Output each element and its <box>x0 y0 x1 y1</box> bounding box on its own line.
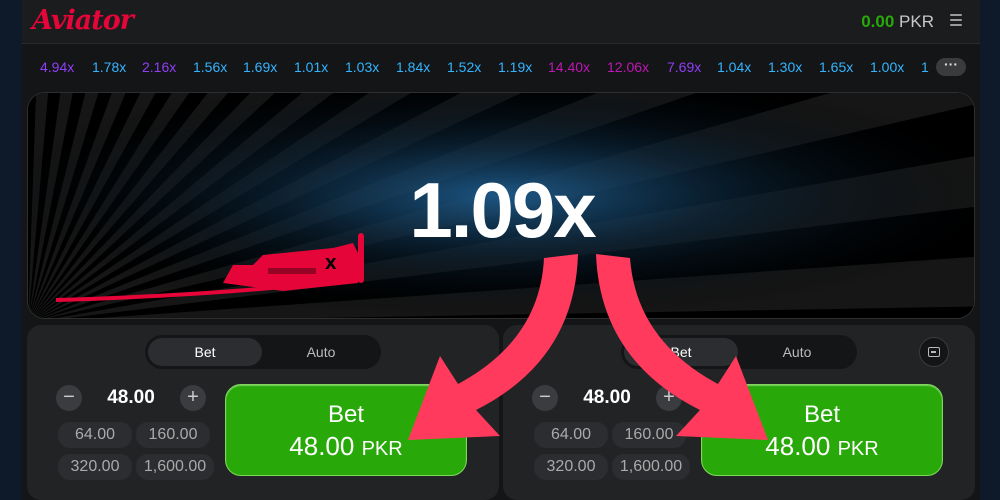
bet-amount-value[interactable]: 48.00 <box>560 387 654 409</box>
history-multiplier: 1.69x <box>243 59 278 75</box>
bet-button-label: Bet <box>327 401 365 428</box>
quick-amount-button[interactable]: 160.00 <box>136 422 210 448</box>
history-multiplier: 1 <box>921 59 929 75</box>
quick-amount-button[interactable]: 320.00 <box>534 454 608 480</box>
quick-amount-button[interactable]: 320.00 <box>58 454 132 480</box>
bet-amount-value[interactable]: 48.00 <box>84 387 178 409</box>
bet-amount-stepper: − 48.00 + <box>530 383 684 413</box>
hamburger-icon[interactable] <box>950 14 962 26</box>
bet-panel-2: Bet Auto − 48.00 + 64.00 160.00 320.00 1… <box>503 325 975 500</box>
multiplier-history: 4.94x 1.78x 2.16x 1.56x 1.69x 1.01x 1.03x 1.84x… <box>22 44 980 90</box>
remove-panel-icon[interactable] <box>919 337 949 367</box>
bet-button-amount: 48.00 <box>765 431 831 461</box>
history-multiplier: 1.65x <box>819 59 854 75</box>
history-multiplier: 12.06x <box>607 59 650 75</box>
history-multiplier: 14.40x <box>548 59 591 75</box>
history-multiplier: 1.19x <box>498 59 533 75</box>
bet-button-currency: PKR <box>361 438 403 460</box>
bet-button[interactable]: Bet 48.00 PKR <box>225 384 467 476</box>
bet-button-label: Bet <box>803 401 841 428</box>
svg-text:X: X <box>325 255 337 273</box>
quick-amount-button[interactable]: 64.00 <box>58 422 132 448</box>
current-multiplier: 1.09x <box>409 166 596 254</box>
tab-bet[interactable]: Bet <box>148 338 262 366</box>
bet-button-amount: 48.00 <box>289 431 355 461</box>
tab-auto[interactable]: Auto <box>740 338 854 366</box>
history-multiplier: 1.04x <box>717 59 752 75</box>
quick-amount-button[interactable]: 160.00 <box>612 422 686 448</box>
quick-amount-button[interactable]: 64.00 <box>534 422 608 448</box>
history-multiplier: 4.94x <box>40 59 75 75</box>
game-stage: X 1.09x <box>27 92 975 319</box>
bet-button-currency: PKR <box>837 438 879 460</box>
aviator-logo: Aviator <box>32 5 134 36</box>
decrease-button[interactable]: − <box>532 385 558 411</box>
history-multiplier: 1.30x <box>768 59 803 75</box>
increase-button[interactable]: + <box>656 385 682 411</box>
balance-currency: PKR <box>899 12 934 31</box>
balance-amount: 0.00 <box>861 12 895 31</box>
bet-button[interactable]: Bet 48.00 PKR <box>701 384 943 476</box>
history-multiplier: 1.00x <box>870 59 905 75</box>
history-multiplier: 1.84x <box>396 59 431 75</box>
history-multiplier: 1.03x <box>345 59 380 75</box>
history-more-button[interactable]: ··· <box>936 57 966 76</box>
tab-auto[interactable]: Auto <box>264 338 378 366</box>
history-multiplier: 2.16x <box>142 59 177 75</box>
increase-button[interactable]: + <box>180 385 206 411</box>
bet-mode-tabs: Bet Auto <box>621 335 857 369</box>
top-bar: Aviator 0.00 PKR <box>22 0 980 44</box>
quick-amount-button[interactable]: 1,600.00 <box>136 454 214 480</box>
history-multiplier: 1.78x <box>92 59 127 75</box>
quick-amount-button[interactable]: 1,600.00 <box>612 454 690 480</box>
history-multiplier: 1.56x <box>193 59 228 75</box>
bet-panel-1: Bet Auto − 48.00 + 64.00 160.00 320.00 1… <box>27 325 499 500</box>
history-multiplier: 1.52x <box>447 59 482 75</box>
tab-bet[interactable]: Bet <box>624 338 738 366</box>
history-multiplier: 7.69x <box>667 59 702 75</box>
balance: 0.00 PKR <box>861 12 934 32</box>
history-multiplier: 1.01x <box>294 59 329 75</box>
bet-amount-stepper: − 48.00 + <box>54 383 208 413</box>
bet-mode-tabs: Bet Auto <box>145 335 381 369</box>
game-window: Aviator 0.00 PKR 4.94x 1.78x 2.16x 1.56x 1.6… <box>22 0 980 500</box>
decrease-button[interactable]: − <box>56 385 82 411</box>
